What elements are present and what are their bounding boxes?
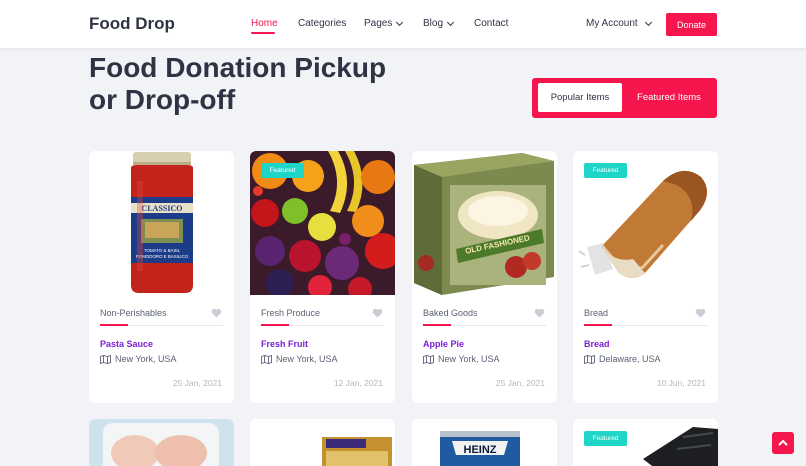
heart-icon[interactable] xyxy=(211,308,222,318)
heart-icon[interactable] xyxy=(695,308,706,318)
nav-my-account[interactable]: My Account xyxy=(586,18,652,29)
card-location-text: New York, USA xyxy=(438,354,500,364)
card-category: Fresh Produce xyxy=(261,308,321,318)
scroll-to-top-button[interactable] xyxy=(772,432,794,454)
nav-home-label: Home xyxy=(251,18,278,29)
nav-pages-label: Pages xyxy=(364,18,393,29)
card-date: 25 Jan, 2021 xyxy=(495,378,545,388)
map-icon xyxy=(261,354,272,364)
card-divider-accent xyxy=(261,324,289,326)
card-date: 25 Jan, 2021 xyxy=(172,378,222,388)
svg-text:TOMATO & BASIL: TOMATO & BASIL xyxy=(144,248,181,253)
top-navbar: Food Drop Home Categories Pages Blog Con… xyxy=(0,0,806,48)
heart-icon[interactable] xyxy=(372,308,383,318)
popular-items-tab[interactable]: Popular Items xyxy=(538,83,622,112)
featured-badge: Featured xyxy=(261,163,304,178)
card-location-text: New York, USA xyxy=(115,354,177,364)
chevron-down-icon xyxy=(644,18,652,26)
nav-categories[interactable]: Categories xyxy=(298,18,346,29)
food-box-image[interactable] xyxy=(250,419,395,466)
item-card-fresh-fruit[interactable]: Featured Fresh Produce Fresh Fruit New Y… xyxy=(250,151,395,403)
nav-blog[interactable]: Blog xyxy=(423,18,455,29)
card-divider-accent xyxy=(584,324,612,326)
nav-categories-label: Categories xyxy=(298,18,347,29)
pasta-sauce-image[interactable]: CLASSICO TOMATO & BASIL POMODORO E BASIL… xyxy=(89,151,234,295)
map-icon xyxy=(584,354,595,364)
card-item-name[interactable]: Bread xyxy=(584,339,610,349)
nav-home[interactable]: Home xyxy=(251,18,278,29)
nav-pages[interactable]: Pages xyxy=(364,18,404,29)
item-card-frozen[interactable]: Featured xyxy=(573,419,718,466)
card-date: 10 Jun, 2021 xyxy=(656,378,706,388)
apple-pie-image[interactable]: OLD FASHIONED xyxy=(412,151,557,295)
map-icon xyxy=(100,354,111,364)
card-location: New York, USA xyxy=(261,354,338,364)
card-location: New York, USA xyxy=(423,354,500,364)
nav-active-underline xyxy=(251,32,275,34)
map-icon xyxy=(423,354,434,364)
featured-items-tab[interactable]: Featured Items xyxy=(627,83,711,112)
svg-text:HEINZ: HEINZ xyxy=(464,444,497,456)
fresh-fruit-image[interactable]: Featured xyxy=(250,151,395,295)
card-item-name[interactable]: Pasta Sauce xyxy=(100,339,153,349)
card-divider-accent xyxy=(423,324,451,326)
card-category: Non-Perishables xyxy=(100,308,167,318)
chicken-image[interactable] xyxy=(89,419,234,466)
brand-logo[interactable]: Food Drop xyxy=(89,14,175,34)
heart-icon[interactable] xyxy=(534,308,545,318)
item-card-canned-beans[interactable]: HEINZ xyxy=(412,419,557,466)
item-card-kitchen-pack[interactable] xyxy=(250,419,395,466)
svg-text:POMODORO E BASILICO: POMODORO E BASILICO xyxy=(136,254,189,259)
card-category: Bread xyxy=(584,308,609,318)
item-card-chicken[interactable] xyxy=(89,419,234,466)
nav-contact[interactable]: Contact xyxy=(474,18,508,29)
card-divider-accent xyxy=(100,324,128,326)
card-item-name[interactable]: Fresh Fruit xyxy=(261,339,308,349)
card-location-text: New York, USA xyxy=(276,354,338,364)
card-date: 12 Jan, 2021 xyxy=(333,378,383,388)
nav-contact-label: Contact xyxy=(474,18,509,29)
chevron-down-icon xyxy=(396,18,404,26)
featured-badge: Featured xyxy=(584,431,627,446)
card-item-name[interactable]: Apple Pie xyxy=(423,339,464,349)
featured-badge: Featured xyxy=(584,163,627,178)
card-location: New York, USA xyxy=(100,354,177,364)
card-category: Baked Goods xyxy=(423,308,478,318)
svg-text:CLASSICO: CLASSICO xyxy=(142,204,183,213)
card-location: Delaware, USA xyxy=(584,354,661,364)
page-title: Food Donation Pickup or Drop-off xyxy=(89,52,387,115)
bread-image[interactable]: Featured xyxy=(573,151,718,295)
items-toggle: Popular Items Featured Items xyxy=(532,78,717,118)
chevron-down-icon xyxy=(446,18,455,26)
donate-button[interactable]: Donate xyxy=(666,13,717,36)
nav-account-label: My Account xyxy=(586,18,638,29)
item-card-apple-pie[interactable]: OLD FASHIONED Baked Goods Apple Pie New … xyxy=(412,151,557,403)
nav-blog-label: Blog xyxy=(423,18,444,29)
can-image[interactable]: HEINZ xyxy=(412,419,557,466)
card-location-text: Delaware, USA xyxy=(599,354,661,364)
item-card-bread[interactable]: Featured Bread Bread Delaware, USA 10 Ju… xyxy=(573,151,718,403)
item-card-pasta-sauce[interactable]: CLASSICO TOMATO & BASIL POMODORO E BASIL… xyxy=(89,151,234,403)
chevron-up-icon xyxy=(778,439,788,446)
